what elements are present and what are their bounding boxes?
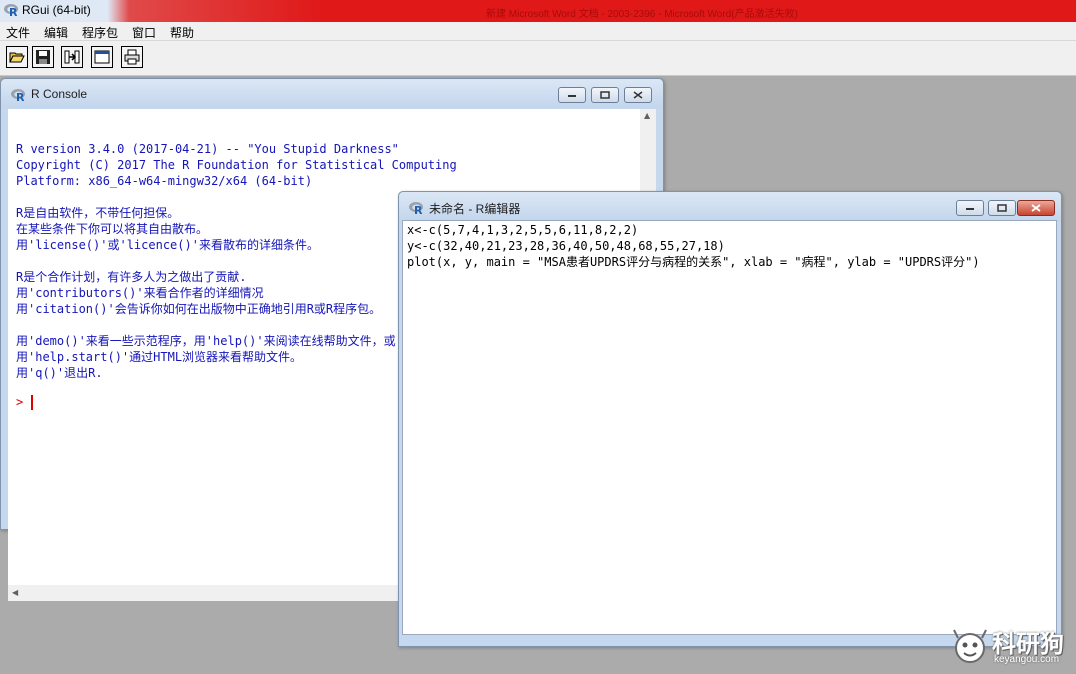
open-script-button[interactable] (6, 46, 28, 68)
console-line: 用'help.start()'通过HTML浏览器来看帮助文件。 (16, 350, 303, 364)
print-button[interactable] (121, 46, 143, 68)
editor-close-button[interactable] (1017, 200, 1055, 216)
console-line: 用'citation()'会告诉你如何在出版物中正确地引用R或R程序包。 (16, 302, 382, 316)
close-icon (633, 91, 643, 99)
console-line: 用'q()'退出R. (16, 366, 103, 380)
editor-restore-button[interactable] (988, 200, 1016, 216)
minimize-icon (568, 95, 576, 97)
scroll-up-icon[interactable]: ▲ (644, 111, 650, 120)
editor-line: plot(x, y, main = "MSA患者UPDRS评分与病程的关系", … (407, 255, 980, 269)
app-titlebar[interactable]: R RGui (64-bit) 新建 Microsoft Word 文档 - 2… (0, 0, 1076, 22)
console-restore-button[interactable] (591, 87, 619, 103)
editor-line: x<-c(5,7,4,1,3,2,5,5,6,11,8,2,2) (407, 223, 639, 237)
watermark: 科研狗 keyangou.com (948, 624, 1070, 670)
console-minimize-button[interactable] (558, 87, 586, 103)
console-icon (94, 50, 110, 64)
console-prompt: > (16, 395, 24, 409)
editor-line: y<-c(32,40,21,23,28,36,40,50,48,68,55,27… (407, 239, 725, 253)
editor-minimize-button[interactable] (956, 200, 984, 216)
background-window-title: 新建 Microsoft Word 文档 - 2003-2396 - Micro… (486, 9, 798, 20)
menu-help[interactable]: 帮助 (170, 24, 194, 41)
console-title: R Console (31, 87, 88, 101)
editor-window: R 未命名 - R编辑器 x<-c(5,7,4,1,3,2,5,5,6,11,8… (398, 191, 1062, 647)
print-icon (124, 49, 140, 65)
console-titlebar[interactable]: R R Console (1, 79, 663, 109)
r-logo-icon: R (11, 89, 25, 102)
restore-icon (600, 91, 610, 99)
editor-title: 未命名 - R编辑器 (429, 202, 521, 216)
console-line: 在某些条件下你可以将其自由散布。 (16, 222, 209, 236)
console-line: 用'demo()'来看一些示范程序，用'help()'来阅读在线帮助文件，或 (16, 334, 396, 348)
toolbar (0, 41, 1076, 76)
menu-windows[interactable]: 窗口 (132, 24, 156, 41)
close-icon (1031, 204, 1041, 212)
save-icon (36, 50, 50, 64)
restore-icon (997, 204, 1007, 212)
console-line: 用'license()'或'licence()'来看散布的详细条件。 (16, 238, 319, 252)
text-cursor (31, 395, 33, 410)
open-script-icon (9, 52, 25, 63)
console-line: R version 3.4.0 (2017-04-21) -- "You Stu… (16, 142, 399, 156)
r-logo-icon: R (4, 4, 18, 17)
console-line: R是个合作计划，有许多人为之做出了贡献. (16, 270, 247, 284)
save-button[interactable] (32, 46, 54, 68)
console-line: Platform: x86_64-w64-mingw32/x64 (64-bit… (16, 174, 313, 188)
svg-text:R: R (414, 204, 423, 215)
app-title: RGui (64-bit) (22, 3, 91, 17)
r-logo-icon: R (409, 202, 423, 215)
menu-packages[interactable]: 程序包 (82, 24, 118, 41)
console-close-button[interactable] (624, 87, 652, 103)
svg-text:R: R (16, 91, 25, 102)
scroll-left-icon[interactable]: ◀ (12, 588, 18, 597)
svg-text:R: R (9, 6, 18, 17)
console-button[interactable] (91, 46, 113, 68)
editor-textarea[interactable]: x<-c(5,7,4,1,3,2,5,5,6,11,8,2,2) y<-c(32… (402, 220, 1057, 635)
menu-edit[interactable]: 编辑 (44, 24, 68, 41)
console-line: R是自由软件，不带任何担保。 (16, 206, 180, 220)
dog-mascot-icon (953, 629, 987, 663)
load-workspace-button[interactable] (61, 46, 83, 68)
console-line: Copyright (C) 2017 The R Foundation for … (16, 158, 457, 172)
load-workspace-icon (64, 50, 80, 64)
minimize-icon (966, 208, 974, 210)
watermark-url: keyangou.com (994, 654, 1060, 665)
console-line: 用'contributors()'来看合作者的详细情况 (16, 286, 264, 300)
editor-titlebar[interactable]: R 未命名 - R编辑器 (399, 192, 1061, 222)
menu-file[interactable]: 文件 (6, 24, 30, 41)
menubar: 文件 编辑 程序包 窗口 帮助 (0, 22, 1076, 41)
